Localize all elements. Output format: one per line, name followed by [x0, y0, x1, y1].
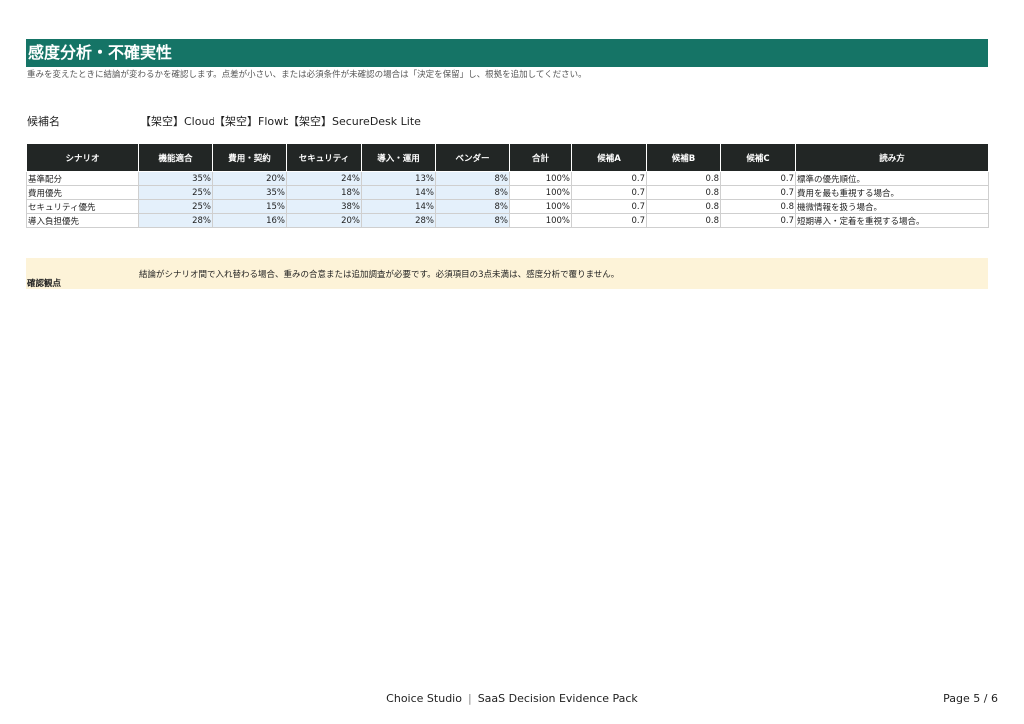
cell-reading: 標準の優先順位。	[795, 171, 989, 186]
cell-scenario: セキュリティ優先	[26, 199, 139, 214]
cell-candidate-c: 0.7	[720, 185, 796, 200]
cell-operation: 28%	[361, 213, 436, 228]
cell-total: 100%	[509, 185, 572, 200]
table-row: セキュリティ優先 25% 15% 38% 14% 8% 100% 0.7 0.8 0.8 機微情報を…	[26, 199, 989, 214]
header-total: 合計	[509, 143, 572, 172]
table-row: 導入負担優先 28% 16% 20% 28% 8% 100% 0.7 0.8 0.7 短期導入・定着…	[26, 213, 989, 228]
header-security: セキュリティ	[286, 143, 362, 172]
header-reading: 読み方	[795, 143, 989, 172]
table-row: 基準配分 35% 20% 24% 13% 8% 100% 0.7 0.8 0.7 標準の優先順位。	[26, 171, 989, 186]
cell-scenario: 費用優先	[26, 185, 139, 200]
scenario-table: シナリオ 機能適合 費用・契約 セキュリティ 導入・運用 ベンダー 合計 候補A…	[26, 143, 989, 228]
cell-scenario: 基準配分	[26, 171, 139, 186]
cell-vendor: 8%	[435, 185, 510, 200]
footer-title: Choice Studio | SaaS Decision Evidence Pac…	[0, 692, 1024, 705]
cell-security: 24%	[286, 171, 362, 186]
cell-total: 100%	[509, 213, 572, 228]
cell-operation: 14%	[361, 185, 436, 200]
cell-scenario: 導入負担優先	[26, 213, 139, 228]
header-cost: 費用・契約	[212, 143, 287, 172]
cell-function-fit: 25%	[138, 185, 213, 200]
cell-function-fit: 35%	[138, 171, 213, 186]
cell-total: 100%	[509, 199, 572, 214]
cell-security: 20%	[286, 213, 362, 228]
table-row: 費用優先 25% 35% 18% 14% 8% 100% 0.7 0.8 0.7 費用を最も重視する…	[26, 185, 989, 200]
check-panel: 確認観点 結論がシナリオ間で入れ替わる場合、重みの合意または追加調査が必要です。…	[26, 258, 988, 289]
cell-reading: 費用を最も重視する場合。	[795, 185, 989, 200]
candidate-label: 候補名	[27, 115, 60, 128]
cell-vendor: 8%	[435, 199, 510, 214]
cell-candidate-a: 0.7	[571, 171, 647, 186]
header-function-fit: 機能適合	[138, 143, 213, 172]
cell-candidate-a: 0.7	[571, 199, 647, 214]
header-candidate-c: 候補C	[720, 143, 796, 172]
cell-candidate-b: 0.8	[646, 199, 721, 214]
section-title: 感度分析・不確実性	[26, 39, 988, 67]
cell-operation: 13%	[361, 171, 436, 186]
header-vendor: ベンダー	[435, 143, 510, 172]
cell-reading: 機微情報を扱う場合。	[795, 199, 989, 214]
header-candidate-a: 候補A	[571, 143, 647, 172]
cell-cost: 35%	[212, 185, 287, 200]
cell-operation: 14%	[361, 199, 436, 214]
footer-doc: SaaS Decision Evidence Pack	[477, 692, 638, 705]
check-text: 結論がシナリオ間で入れ替わる場合、重みの合意または追加調査が必要です。必須項目の…	[139, 270, 620, 280]
cell-total: 100%	[509, 171, 572, 186]
cell-candidate-b: 0.8	[646, 171, 721, 186]
cell-cost: 15%	[212, 199, 287, 214]
candidate-name-b: 【架空】Flowboard	[214, 115, 288, 128]
cell-candidate-c: 0.8	[720, 199, 796, 214]
cell-candidate-b: 0.8	[646, 213, 721, 228]
table-header-row: シナリオ 機能適合 費用・契約 セキュリティ 導入・運用 ベンダー 合計 候補A…	[26, 143, 989, 172]
footer-separator: |	[467, 692, 472, 705]
cell-candidate-b: 0.8	[646, 185, 721, 200]
cell-cost: 16%	[212, 213, 287, 228]
cell-candidate-a: 0.7	[571, 185, 647, 200]
check-label: 確認観点	[27, 279, 62, 289]
section-description: 重みを変えたときに結論が変わるかを確認します。点差が小さい、または必須条件が未確…	[27, 70, 587, 80]
footer-brand: Choice Studio	[386, 692, 462, 705]
candidate-name-a: 【架空】CloudDesk	[140, 115, 214, 128]
cell-candidate-c: 0.7	[720, 213, 796, 228]
cell-candidate-c: 0.7	[720, 171, 796, 186]
header-operation: 導入・運用	[361, 143, 436, 172]
header-candidate-b: 候補B	[646, 143, 721, 172]
cell-candidate-a: 0.7	[571, 213, 647, 228]
cell-reading: 短期導入・定着を重視する場合。	[795, 213, 989, 228]
header-scenario: シナリオ	[26, 143, 139, 172]
cell-function-fit: 28%	[138, 213, 213, 228]
cell-function-fit: 25%	[138, 199, 213, 214]
cell-vendor: 8%	[435, 171, 510, 186]
cell-security: 38%	[286, 199, 362, 214]
page-number: Page 5 / 6	[943, 692, 998, 705]
candidate-name-c: 【架空】SecureDesk Lite	[288, 115, 421, 128]
cell-security: 18%	[286, 185, 362, 200]
cell-vendor: 8%	[435, 213, 510, 228]
cell-cost: 20%	[212, 171, 287, 186]
